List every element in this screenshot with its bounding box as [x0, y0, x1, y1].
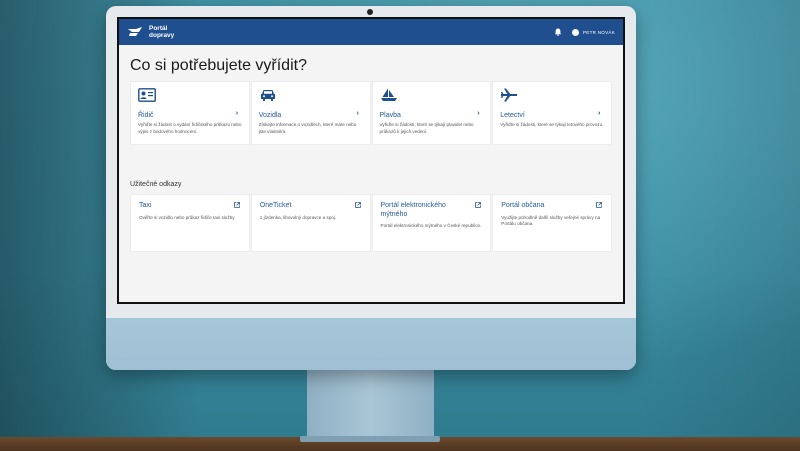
section-title-useful-links: Užitečné odkazy: [130, 181, 182, 188]
link-title: Portál elektronického mýtného: [380, 202, 446, 218]
chevron-right-icon: ›: [235, 110, 239, 117]
link-description: Ověřte si vozidlo nebo průkaz řidiče tax…: [139, 214, 235, 220]
page-title: Co si potřebujete vyřídit?: [130, 57, 307, 74]
link-title: Taxi: [139, 202, 152, 209]
card-plavba[interactable]: Plavba Vyřiďte si žádosti, které se týka…: [371, 81, 492, 145]
sailboat-icon: [380, 88, 397, 101]
chevron-right-icon: ›: [598, 110, 601, 117]
useful-links: Taxi Ověřte si vozidlo nebo průkaz řidič…: [130, 194, 612, 252]
portal-logo[interactable]: Portál dopravy: [127, 25, 174, 39]
external-link-icon: [233, 202, 240, 208]
card-letectvi[interactable]: Letectví Vyřiďte si žádosti, které se tý…: [492, 81, 612, 145]
logo-text: Portál dopravy: [149, 25, 175, 39]
card-title: Vozidla: [258, 112, 282, 119]
link-description: Využijte pohodlně další služby veřejné s…: [501, 214, 601, 227]
monitor-stand-base: [300, 436, 440, 442]
camera-icon: [367, 9, 373, 15]
notification-bell-icon[interactable]: [554, 28, 562, 36]
link-description: 1 jízdenka, libovolný dopravce a spoj.: [259, 214, 337, 220]
monitor-screen: Portál dopravy PETR NOVÁK Co si potřebuj…: [117, 17, 625, 304]
card-description: Vyřiďte si žádosti, které se týkají plav…: [379, 122, 474, 134]
link-card-oneticket[interactable]: OneTicket 1 jízdenka, libovolný dopravce…: [250, 194, 371, 252]
logo-icon: [128, 27, 142, 36]
top-header: Portál dopravy PETR NOVÁK: [119, 19, 623, 45]
link-card-taxi[interactable]: Taxi Ověřte si vozidlo nebo průkaz řidič…: [130, 194, 250, 252]
monitor-chin: [106, 318, 636, 370]
card-title: Plavba: [379, 112, 401, 119]
link-title: OneTicket: [259, 202, 292, 209]
card-description: Vyřiďte si žádost o vydání řidičského pr…: [138, 122, 242, 134]
card-ridic[interactable]: Řidič Vyřiďte si žádost o vydání řidičsk…: [130, 81, 250, 145]
card-title: Řidič: [138, 112, 154, 119]
airplane-icon: [501, 88, 518, 102]
user-name: PETR NOVÁK: [582, 29, 615, 35]
external-link-icon: [354, 202, 361, 208]
external-link-icon: [596, 202, 602, 208]
card-description: Vyřiďte si žádosti, které se týkají leto…: [500, 122, 604, 127]
card-vozidla[interactable]: Vozidla Získejte informace o vozidlech, …: [250, 81, 371, 145]
header-actions: PETR NOVÁK: [554, 28, 615, 36]
car-icon: [260, 90, 275, 101]
service-cards: Řidič Vyřiďte si žádost o vydání řidičsk…: [130, 81, 612, 145]
link-card-myto[interactable]: Portál elektronického mýtného Portál ele…: [371, 194, 492, 252]
card-description: Získejte informace o vozidlech, které má…: [258, 122, 357, 134]
external-link-icon: [475, 202, 482, 208]
main-content: Co si potřebujete vyřídit? Řidič Vyřiďte…: [119, 45, 623, 252]
link-description: Portál elektronického mýtného v České re…: [380, 223, 482, 228]
link-card-portal-obcana[interactable]: Portál občana Využijte pohodlně další sl…: [492, 194, 612, 252]
chevron-right-icon: ›: [356, 110, 359, 117]
chevron-right-icon: ›: [477, 110, 480, 117]
monitor-stand: [307, 368, 434, 440]
user-menu[interactable]: PETR NOVÁK: [571, 28, 615, 36]
id-card-icon: [138, 88, 156, 102]
web-page: Portál dopravy PETR NOVÁK Co si potřebuj…: [119, 19, 623, 302]
card-title: Letectví: [500, 112, 525, 119]
link-title: Portál občana: [501, 202, 545, 209]
avatar-icon: [571, 28, 579, 36]
